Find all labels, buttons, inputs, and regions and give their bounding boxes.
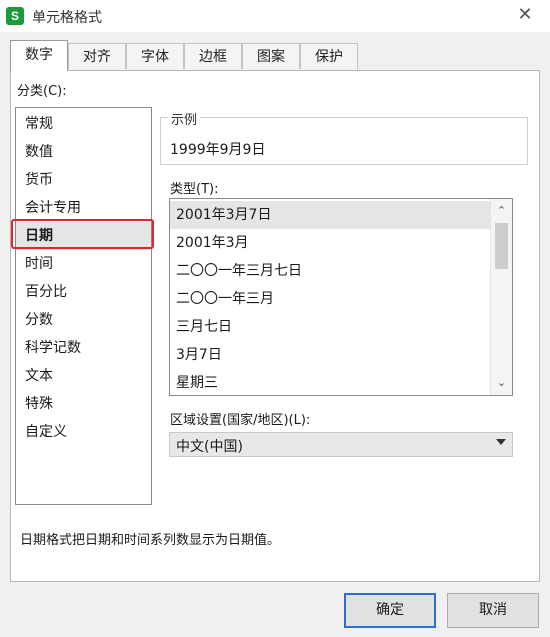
category-item-special[interactable]: 特殊 (16, 390, 151, 418)
tab-border[interactable]: 边框 (184, 43, 242, 69)
title-bar: S 单元格格式 ✕ (0, 0, 550, 32)
type-item[interactable]: 3月7日 (170, 341, 490, 369)
type-scrollbar[interactable]: ⌃ ⌄ (490, 199, 512, 395)
category-item-currency[interactable]: 货币 (16, 166, 151, 194)
category-item-accounting[interactable]: 会计专用 (16, 194, 151, 222)
cancel-button[interactable]: 取消 (447, 593, 539, 628)
type-item[interactable]: 星期三 (170, 369, 490, 395)
format-description: 日期格式把日期和时间系列数显示为日期值。 (20, 533, 281, 548)
chevron-up-icon[interactable]: ⌃ (491, 201, 512, 221)
type-item[interactable]: 2001年3月7日 (170, 201, 490, 229)
scrollbar-thumb[interactable] (495, 223, 508, 269)
tab-number[interactable]: 数字 (10, 40, 68, 71)
category-item-fraction[interactable]: 分数 (16, 306, 151, 334)
locale-label: 区域设置(国家/地区)(L): (170, 413, 311, 428)
type-list[interactable]: 2001年3月7日 2001年3月 二〇〇一年三月七日 二〇〇一年三月 三月七日… (169, 198, 513, 396)
ok-button[interactable]: 确定 (344, 593, 436, 628)
type-item[interactable]: 二〇〇一年三月七日 (170, 257, 490, 285)
category-item-time[interactable]: 时间 (16, 250, 151, 278)
category-item-general[interactable]: 常规 (16, 110, 151, 138)
category-item-number[interactable]: 数值 (16, 138, 151, 166)
chevron-down-icon[interactable]: ⌄ (491, 373, 512, 393)
category-list[interactable]: 常规 数值 货币 会计专用 日期 时间 百分比 分数 科学记数 文本 特殊 自定… (15, 107, 152, 505)
dropdown-arrow-icon[interactable] (496, 439, 506, 445)
type-label: 类型(T): (170, 182, 219, 197)
tab-pattern[interactable]: 图案 (242, 43, 300, 69)
category-label: 分类(C): (17, 84, 67, 99)
example-title: 示例 (168, 109, 201, 128)
category-item-percentage[interactable]: 百分比 (16, 278, 151, 306)
tab-font[interactable]: 字体 (126, 43, 184, 69)
tab-alignment[interactable]: 对齐 (68, 43, 126, 69)
wps-app-icon: S (6, 7, 24, 25)
category-item-text[interactable]: 文本 (16, 362, 151, 390)
tab-protection[interactable]: 保护 (300, 43, 358, 69)
example-value: 1999年9月9日 (170, 142, 266, 158)
locale-select-value: 中文(中国) (176, 439, 243, 455)
close-icon[interactable]: ✕ (514, 4, 536, 26)
type-item[interactable]: 三月七日 (170, 313, 490, 341)
category-item-date[interactable]: 日期 (16, 222, 151, 250)
category-item-scientific[interactable]: 科学记数 (16, 334, 151, 362)
locale-select[interactable]: 中文(中国) (169, 432, 513, 457)
category-item-custom[interactable]: 自定义 (16, 418, 151, 446)
type-item[interactable]: 二〇〇一年三月 (170, 285, 490, 313)
dialog-title: 单元格格式 (32, 10, 102, 26)
type-item[interactable]: 2001年3月 (170, 229, 490, 257)
